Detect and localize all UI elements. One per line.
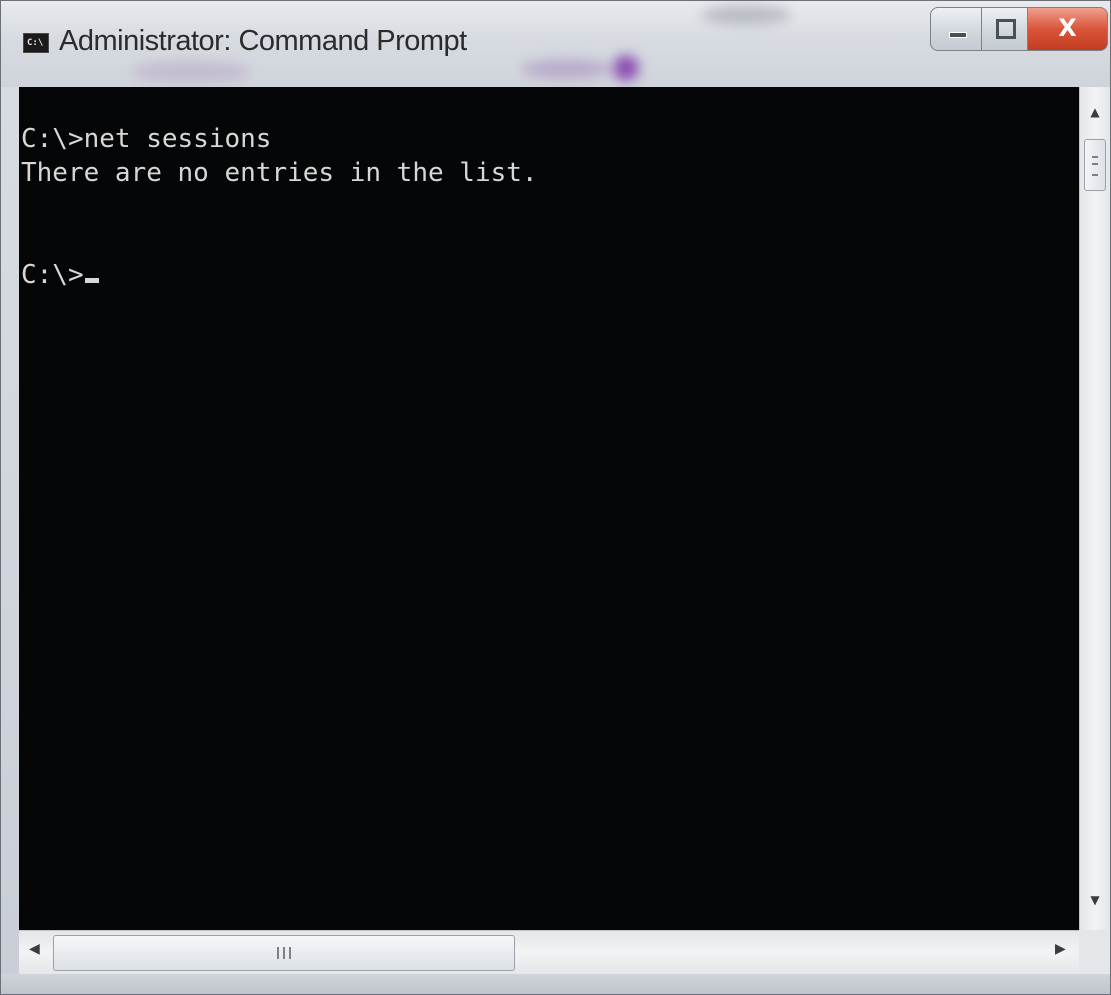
grip-icon — [277, 947, 291, 959]
scroll-right-arrow-icon[interactable]: ▶ — [1055, 941, 1066, 957]
maximize-button[interactable] — [982, 7, 1028, 51]
title-bar[interactable]: C:\ Administrator: Command Prompt X — [1, 1, 1110, 87]
grip-icon — [1092, 156, 1098, 176]
minimize-icon — [949, 32, 967, 38]
resize-grip[interactable] — [1079, 930, 1110, 974]
vertical-scroll-thumb[interactable] — [1084, 139, 1106, 191]
horizontal-scroll-thumb[interactable] — [53, 935, 515, 971]
console-output[interactable]: C:\>net sessions There are no entries in… — [19, 87, 1079, 930]
scroll-down-arrow-icon[interactable]: ▼ — [1080, 893, 1110, 907]
scroll-up-arrow-icon[interactable]: ▲ — [1080, 105, 1110, 119]
vertical-scrollbar[interactable]: ▲ ▼ — [1079, 87, 1110, 930]
close-icon: X — [1058, 14, 1077, 42]
command-prompt-icon[interactable]: C:\ — [23, 33, 49, 53]
console-prompt-line[interactable]: C:\> — [21, 259, 99, 291]
window-bottom-frame — [1, 974, 1110, 994]
minimize-button[interactable] — [930, 7, 982, 51]
console-line: There are no entries in the list. — [21, 158, 538, 188]
horizontal-scrollbar[interactable]: ◀ ▶ — [19, 930, 1079, 974]
console-prompt: C:\> — [21, 260, 84, 290]
console-line: C:\>net sessions — [21, 124, 272, 154]
app-icon-glyph: C:\ — [27, 38, 44, 48]
close-button[interactable]: X — [1028, 7, 1108, 51]
window-title: Administrator: Command Prompt — [59, 25, 467, 57]
caption-buttons: X — [930, 7, 1108, 53]
text-cursor — [84, 278, 99, 283]
maximize-icon — [996, 19, 1016, 39]
command-prompt-window: C:\ Administrator: Command Prompt X C:\>… — [0, 0, 1111, 995]
scroll-left-arrow-icon[interactable]: ◀ — [29, 941, 40, 957]
